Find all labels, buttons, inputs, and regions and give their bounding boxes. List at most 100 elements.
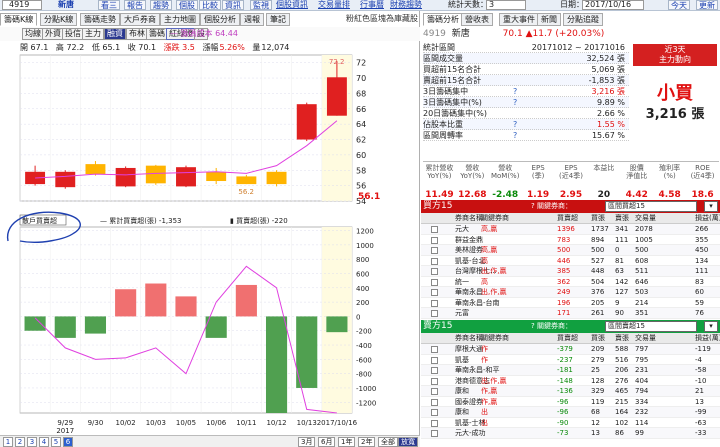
broker-row[interactable]: 美林證券 高,贏 500 500 0 500 450	[421, 245, 720, 256]
sub-bar[interactable]	[115, 289, 137, 317]
help-icon[interactable]: ?	[513, 130, 517, 141]
col-header[interactable]: 買張	[591, 333, 605, 344]
sub-bar[interactable]	[24, 316, 46, 331]
sub-bar[interactable]	[235, 284, 257, 317]
candle-body[interactable]	[176, 167, 196, 187]
row-checkbox[interactable]	[431, 367, 438, 374]
top-link-1[interactable]: 交易量排	[318, 0, 350, 10]
broker-row[interactable]: 凱基-士林出 -90 12 102 114 -63	[421, 418, 720, 428]
right-tab-0[interactable]: 籌碼分析	[423, 13, 463, 26]
top-button-1[interactable]: 報告	[124, 0, 146, 10]
row-checkbox[interactable]	[431, 236, 438, 244]
row-checkbox[interactable]	[431, 310, 438, 317]
row-checkbox[interactable]	[431, 257, 438, 265]
sub-bar[interactable]	[296, 316, 318, 388]
buy-filter-select[interactable]: 區間買超15	[605, 201, 697, 212]
col-header[interactable]: 關鍵券商	[481, 213, 509, 224]
right-tab-3[interactable]: 新聞	[537, 13, 561, 26]
left-tab-5[interactable]: 個股分析	[200, 13, 240, 26]
col-header[interactable]: 關鍵券商	[481, 333, 509, 344]
broker-row[interactable]: 康和 作,贏 -136 329 465 794 21	[421, 386, 720, 397]
chart-tool-2[interactable]: 投信	[62, 28, 84, 40]
sub-bar[interactable]	[265, 316, 288, 413]
broker-row[interactable]: 國泰證券 作,贏 -96 119 215 334 13	[421, 397, 720, 407]
broker-row[interactable]: 元大-成功 -73 13 86 99 -33	[421, 428, 720, 439]
row-checkbox[interactable]	[431, 268, 438, 275]
row-checkbox[interactable]	[431, 299, 438, 307]
candle-body[interactable]	[296, 104, 317, 140]
broker-row[interactable]: 港商德意志 出,作,贏 -148 128 276 404 -10	[421, 376, 720, 386]
broker-row[interactable]: 華南永昌 出,作,贏 249 376 127 503 60	[421, 287, 720, 298]
right-tab-2[interactable]: 重大事件	[499, 13, 539, 26]
top-button-3[interactable]: 個股	[176, 0, 198, 10]
broker-row[interactable]: 凱基-台北高 446 527 81 608 134	[421, 256, 720, 266]
col-header[interactable]: 損益(萬)	[695, 333, 720, 344]
candle-body[interactable]	[85, 164, 106, 175]
top-button-0[interactable]: 看三	[98, 0, 120, 10]
row-checkbox[interactable]	[431, 346, 438, 353]
left-tab-6[interactable]: 週報	[240, 13, 264, 26]
sub-bar[interactable]	[175, 296, 197, 317]
sub-bar[interactable]	[84, 316, 107, 334]
broker-row[interactable]: 元富 171 261 90 351 76	[421, 308, 720, 319]
row-checkbox[interactable]	[431, 388, 438, 395]
col-header[interactable]: 券商名稱	[455, 213, 483, 224]
date-field[interactable]: 2017/10/16	[582, 0, 644, 10]
row-checkbox[interactable]	[431, 356, 438, 364]
row-checkbox[interactable]	[431, 377, 438, 385]
sell-option-button[interactable]: ▾	[704, 321, 718, 332]
left-tab-1[interactable]: 分點K線	[40, 13, 78, 26]
col-header[interactable]: 交易量	[635, 213, 656, 224]
col-header[interactable]: 賣張	[615, 213, 629, 224]
left-tab-3[interactable]: 大戶券商	[120, 13, 160, 26]
chart-tool-1[interactable]: 外資	[42, 28, 64, 40]
row-checkbox[interactable]	[431, 247, 438, 254]
right-tab-4[interactable]: 分點追蹤	[563, 13, 603, 26]
row-checkbox[interactable]	[431, 409, 438, 416]
row-checkbox[interactable]	[431, 430, 438, 437]
chart-tool-5[interactable]: 布林	[126, 28, 148, 40]
col-header[interactable]: 券商名稱	[455, 333, 483, 344]
candlestick-chart[interactable]: 5456586062646668707272.256.2 56.1-1200-10…	[0, 41, 420, 433]
row-checkbox[interactable]	[431, 398, 438, 406]
left-tab-2[interactable]: 籌碼走勢	[80, 13, 120, 26]
top-link-2[interactable]: 行事曆	[360, 0, 384, 10]
chart-tool-4[interactable]: 融資	[104, 28, 126, 40]
candle-body[interactable]	[266, 171, 287, 185]
broker-row[interactable]: 元大 高,贏 1396 1737 341 2078 266	[421, 224, 720, 235]
today-button[interactable]: 今天	[668, 0, 690, 10]
update-button[interactable]: 更新	[696, 0, 718, 10]
col-header[interactable]: 交易量	[635, 333, 656, 344]
candle-body[interactable]	[115, 167, 136, 187]
row-checkbox[interactable]	[431, 419, 438, 427]
top-button-4[interactable]: 比較	[199, 0, 221, 10]
row-checkbox[interactable]	[431, 278, 438, 286]
left-tab-4[interactable]: 主力地圖	[160, 13, 200, 26]
candle-body[interactable]	[236, 176, 257, 185]
days-field[interactable]: 3	[486, 0, 526, 10]
candle-body[interactable]	[55, 171, 76, 188]
help-icon[interactable]: ?	[513, 86, 517, 97]
help-icon[interactable]: ?	[513, 119, 517, 130]
sell-filter-select[interactable]: 區間賣超15	[605, 321, 697, 332]
top-link-3[interactable]: 財務趨勢	[390, 0, 422, 10]
sub-bar[interactable]	[326, 316, 348, 333]
broker-row[interactable]: 摩根大通作 -379 209 588 797 -119	[421, 344, 720, 355]
top-button-2[interactable]: 趨勢	[150, 0, 172, 10]
broker-row[interactable]: 凱基 作 -237 279 516 795 -4	[421, 355, 720, 365]
broker-row[interactable]: 統一 高 362 504 142 646 83	[421, 277, 720, 287]
sub-bar[interactable]	[145, 283, 167, 317]
left-tab-7[interactable]: 筆記	[266, 13, 290, 26]
col-header[interactable]: 買張	[591, 213, 605, 224]
candle-body[interactable]	[206, 171, 227, 182]
candle-body[interactable]	[145, 165, 166, 184]
broker-row[interactable]: 群益金鼎 783 894 111 1005 355	[421, 235, 720, 245]
col-header[interactable]: 賣張	[615, 333, 629, 344]
col-header[interactable]: 買賣超	[557, 213, 578, 224]
top-button-5[interactable]: 資訊	[222, 0, 244, 10]
sub-bar[interactable]	[54, 316, 76, 338]
chart-tool-3[interactable]: 主力	[82, 28, 104, 40]
broker-row[interactable]: 台灣摩根士... 出,作,贏 385 448 63 511 111	[421, 266, 720, 277]
left-tab-0[interactable]: 籌碼K線	[0, 13, 38, 26]
broker-row[interactable]: 康和 出 -96 68 164 232 -99	[421, 407, 720, 418]
